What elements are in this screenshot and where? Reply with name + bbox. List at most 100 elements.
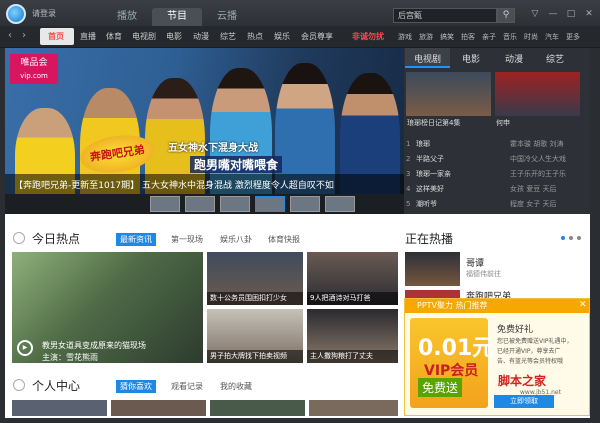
nav-shoot[interactable]: 拍客 bbox=[461, 32, 475, 42]
vipshop-name: 唯品会 bbox=[20, 58, 48, 68]
personal-tab-history[interactable]: 观看记录 bbox=[171, 381, 203, 392]
banner-thumb[interactable] bbox=[150, 196, 180, 212]
playing-thumb[interactable] bbox=[405, 290, 460, 298]
banner-thumb-active[interactable] bbox=[255, 196, 285, 212]
ranking-thumb[interactable] bbox=[495, 72, 580, 116]
ranking-desc: 程度 女子 天后 bbox=[510, 200, 557, 208]
banner-thumb[interactable] bbox=[220, 196, 250, 212]
nav-ent[interactable]: 娱乐 bbox=[274, 31, 290, 42]
promo-title: 免费好礼 bbox=[497, 325, 534, 335]
ranking-desc: 中国冷父人生大戏 bbox=[510, 155, 566, 163]
ranking-row[interactable]: 1 琅琊 bbox=[406, 139, 430, 149]
skin-icon[interactable]: ▽ bbox=[528, 8, 542, 20]
personal-thumb[interactable] bbox=[12, 400, 107, 416]
nav-home[interactable]: 首页 bbox=[48, 31, 64, 42]
back-icon[interactable]: ‹ bbox=[8, 30, 22, 42]
search-input[interactable]: 后宫甄 bbox=[393, 8, 497, 23]
tab-cloud[interactable]: 云播 bbox=[202, 8, 252, 26]
ranking-row[interactable]: 2 半路父子 bbox=[406, 154, 444, 164]
nav-sports[interactable]: 体育 bbox=[106, 31, 122, 42]
ranking-row[interactable]: 4 这样美好 bbox=[406, 184, 444, 194]
promo-line: 已经开通VIP，尊享去广 bbox=[497, 348, 561, 355]
nav-music[interactable]: 音乐 bbox=[503, 32, 517, 42]
minimize-icon[interactable]: — bbox=[546, 8, 560, 20]
banner-caption[interactable]: 【奔跑吧兄弟-更新至1017期】 五大女神水中混身混战 激烈程度令人超自叹不如 bbox=[14, 178, 334, 191]
hot-tile[interactable]: 主人撒狗粮打了丈夫 bbox=[307, 309, 398, 363]
hot-tile[interactable]: 9人把酒诗对马打爸 bbox=[307, 252, 398, 305]
hot-tile-caption: 主人撒狗粮打了丈夫 bbox=[307, 350, 398, 363]
playing-thumb[interactable] bbox=[405, 252, 460, 286]
nav-fashion[interactable]: 时尚 bbox=[524, 32, 538, 42]
pager-dot[interactable] bbox=[569, 236, 573, 240]
personal-title: 个人中心 bbox=[32, 379, 81, 393]
ranking-tab-tv[interactable]: 电视剧 bbox=[414, 52, 441, 65]
window-bottom-edge bbox=[0, 418, 600, 423]
nav-tv[interactable]: 电视剧 bbox=[132, 31, 156, 42]
promo-claim-button[interactable]: 立即领取 bbox=[494, 395, 554, 408]
personal-tab-guess[interactable]: 猜你喜欢 bbox=[116, 380, 156, 393]
search-icon[interactable]: ⚲ bbox=[497, 8, 515, 23]
nav-more[interactable]: 更多 bbox=[566, 32, 580, 42]
nav-travel[interactable]: 旅游 bbox=[419, 32, 433, 42]
close-icon[interactable]: ✕ bbox=[579, 300, 589, 312]
hot-tab-latest[interactable]: 最新资讯 bbox=[116, 233, 156, 246]
nav-variety[interactable]: 综艺 bbox=[220, 31, 236, 42]
banner-thumb[interactable] bbox=[325, 196, 355, 212]
pager-dot-active[interactable] bbox=[561, 236, 565, 240]
personal-thumb[interactable] bbox=[210, 400, 305, 416]
pptv-logo[interactable] bbox=[6, 4, 26, 24]
nav-funny[interactable]: 搞笑 bbox=[440, 32, 454, 42]
hot-tile-caption: 数十公务员围困扣打少女 bbox=[207, 292, 303, 305]
promo-header: PPTV聚力 热门推荐 bbox=[405, 299, 589, 313]
ranking-tab-anime[interactable]: 动漫 bbox=[505, 52, 523, 65]
nav-auto[interactable]: 汽车 bbox=[545, 32, 559, 42]
nav-games[interactable]: 游戏 bbox=[398, 32, 412, 42]
tab-play[interactable]: 播放 bbox=[102, 8, 152, 26]
hot-tile-caption: 9人把酒诗对马打爸 bbox=[307, 292, 398, 305]
vipshop-logo[interactable]: 唯品会 vip.com bbox=[10, 54, 58, 84]
ranking-thumb[interactable] bbox=[406, 72, 491, 116]
nav-anime[interactable]: 动漫 bbox=[193, 31, 209, 42]
ranking-title: 半路父子 bbox=[416, 155, 444, 163]
login-link[interactable]: 请登录 bbox=[32, 8, 56, 19]
nav-family[interactable]: 亲子 bbox=[482, 32, 496, 42]
nav-vip[interactable]: 会员尊享 bbox=[301, 31, 333, 42]
promo-free: 免费送 bbox=[418, 378, 463, 397]
banner-thumb[interactable] bbox=[185, 196, 215, 212]
personal-thumb[interactable] bbox=[111, 400, 206, 416]
pager-dot[interactable] bbox=[577, 236, 581, 240]
hot-tile[interactable]: 数十公务员围困扣打少女 bbox=[207, 252, 303, 305]
nav-hot[interactable]: 热点 bbox=[247, 31, 263, 42]
ranking-row[interactable]: 3 琅琊一家亲 bbox=[406, 169, 451, 179]
playing-desc: 福德伟前往 bbox=[466, 270, 501, 278]
hot-tab-gossip[interactable]: 娱乐八卦 bbox=[220, 234, 252, 245]
ranking-desc: 霍本骏 胡歌 刘涛 bbox=[510, 140, 564, 148]
ranking-tab-variety[interactable]: 综艺 bbox=[546, 52, 564, 65]
forward-icon[interactable]: › bbox=[22, 30, 36, 42]
hot-feature-title: 教男女道具变成原来的猫现场 bbox=[42, 341, 146, 350]
banner-headline-2: 跑男嘴对嘴喂食 bbox=[190, 156, 283, 173]
maximize-icon[interactable]: □ bbox=[564, 8, 578, 20]
hot-tile[interactable]: 男子拍大牌找下拍卖视频 bbox=[207, 309, 303, 363]
ranking-desc: 女孩 爱豆 天后 bbox=[510, 185, 557, 193]
ranking-row[interactable]: 5 潮听爷 bbox=[406, 199, 437, 209]
play-icon[interactable]: ▶ bbox=[17, 340, 33, 356]
personal-thumb[interactable] bbox=[309, 400, 398, 416]
hot-tab-sports[interactable]: 体育快报 bbox=[268, 234, 300, 245]
ranking-tab-movie[interactable]: 电影 bbox=[462, 52, 480, 65]
hot-tab-scene[interactable]: 第一现场 bbox=[171, 234, 203, 245]
ranking-title: 琅琊一家亲 bbox=[416, 170, 451, 178]
nav-live[interactable]: 直播 bbox=[80, 31, 96, 42]
ranking-num: 2 bbox=[406, 155, 411, 163]
watermark-url: www.jb51.net bbox=[520, 389, 561, 396]
banner-thumb[interactable] bbox=[290, 196, 320, 212]
nav-movie[interactable]: 电影 bbox=[166, 31, 182, 42]
hot-title: 今日热点 bbox=[32, 232, 81, 246]
ranking-title: 这样美好 bbox=[416, 185, 444, 193]
playing-name[interactable]: 哥谭 bbox=[466, 256, 484, 269]
tab-programs[interactable]: 节目 bbox=[152, 8, 202, 26]
nav-highlight[interactable]: 非诚勿扰 bbox=[352, 31, 384, 42]
personal-tab-favorites[interactable]: 我的收藏 bbox=[220, 381, 252, 392]
ranking-num: 5 bbox=[406, 200, 411, 208]
close-icon[interactable]: ✕ bbox=[582, 8, 596, 20]
